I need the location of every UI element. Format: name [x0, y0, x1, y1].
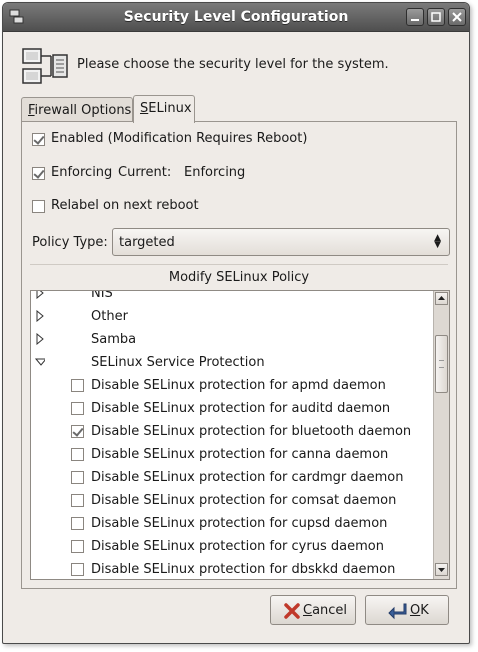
expander-collapsed-icon[interactable] [35, 290, 45, 299]
tab-firewall-options[interactable]: Firewall Options [21, 97, 133, 121]
tab-selinux[interactable]: SELinux [133, 95, 195, 123]
tree-item-label: Disable SELinux protection for canna dae… [91, 447, 389, 462]
close-icon [452, 12, 462, 22]
tree-group-label: SELinux Service Protection [91, 355, 265, 370]
tree-item-checkbox[interactable] [71, 517, 84, 530]
relabel-checkbox[interactable] [32, 200, 45, 213]
tree-group-selinux-service-protection[interactable]: SELinux Service Protection [31, 351, 433, 374]
expander-collapsed-icon[interactable] [35, 310, 45, 322]
enforcing-checkbox[interactable] [32, 167, 45, 180]
tree-item-checkbox[interactable] [71, 379, 84, 392]
tree-item-checkbox[interactable] [71, 402, 84, 415]
tree-item-checkbox[interactable] [71, 563, 84, 576]
policy-type-value: targeted [119, 235, 175, 250]
window-title: Security Level Configuration [123, 9, 349, 25]
policy-tree[interactable]: NIS Other Samba SELinux Service Protecti… [30, 290, 450, 580]
tree-item-checkbox[interactable] [71, 425, 84, 438]
arrow-down-icon [438, 568, 445, 572]
maximize-button[interactable] [427, 8, 445, 26]
cancel-mnemonic: C [303, 603, 313, 618]
tree-item-label: Disable SELinux protection for bluetooth… [91, 424, 412, 439]
policy-type-label: Policy Type: [32, 235, 108, 250]
tree-item[interactable]: Disable SELinux protection for comsat da… [31, 489, 433, 512]
cancel-label: Cancel [303, 603, 347, 618]
vertical-scrollbar[interactable] [433, 291, 449, 579]
tree-item-label: Disable SELinux protection for comsat da… [91, 493, 397, 508]
updown-arrows-icon: ▲ ▼ [434, 233, 441, 250]
tree-group-label: NIS [91, 290, 113, 301]
maximize-icon [431, 12, 441, 22]
security-prompt-text: Please choose the security level for the… [77, 57, 389, 72]
cancel-label-rest: ancel [312, 603, 348, 618]
close-button[interactable] [448, 8, 466, 26]
enforcing-label[interactable]: Enforcing [51, 165, 112, 180]
tree-item-label: Disable SELinux protection for dbskkd da… [91, 562, 396, 577]
scroll-up-button[interactable] [435, 292, 448, 305]
dialog-window: Security Level Configuration Please choo… [2, 2, 470, 644]
relabel-label[interactable]: Relabel on next reboot [51, 198, 199, 213]
tree-item[interactable]: Disable SELinux protection for bluetooth… [31, 420, 433, 443]
current-mode-value: Enforcing [184, 165, 246, 180]
tree-item-checkbox[interactable] [71, 471, 84, 484]
expander-expanded-icon[interactable] [35, 356, 45, 368]
ok-mnemonic: O [410, 603, 421, 618]
policy-type-select[interactable]: targeted ▲ ▼ [112, 228, 450, 256]
tree-group-samba[interactable]: Samba [31, 328, 433, 351]
minimize-button[interactable] [406, 8, 424, 26]
tree-item[interactable]: Disable SELinux protection for cardmgr d… [31, 466, 433, 489]
tree-item[interactable]: Disable SELinux protection for cupsd dae… [31, 512, 433, 535]
tree-group-other[interactable]: Other [31, 305, 433, 328]
ok-label-rest: K [420, 603, 429, 618]
ok-button[interactable]: OK [365, 595, 449, 625]
tree-item-label: Disable SELinux protection for cupsd dae… [91, 516, 388, 531]
tree-group-nis[interactable]: NIS [31, 290, 433, 305]
tree-item[interactable]: Disable SELinux protection for canna dae… [31, 443, 433, 466]
tree-item-label: Disable SELinux protection for cardmgr d… [91, 470, 404, 485]
current-mode-caption: Current: [118, 165, 172, 180]
tree-item-label: Disable SELinux protection for cyrus dae… [91, 539, 384, 554]
cancel-button[interactable]: Cancel [270, 595, 356, 625]
tree-item-checkbox[interactable] [71, 448, 84, 461]
tree-item[interactable]: Disable SELinux protection for auditd da… [31, 397, 433, 420]
scroll-down-button[interactable] [435, 563, 448, 576]
tree-item-label: Disable SELinux protection for auditd da… [91, 401, 391, 416]
ok-label: OK [410, 603, 429, 618]
minimize-icon [411, 19, 419, 21]
tree-group-label: Other [91, 309, 128, 324]
tree-item[interactable]: Disable SELinux protection for apmd daem… [31, 374, 433, 397]
separator [30, 264, 448, 265]
title-bar[interactable]: Security Level Configuration [3, 3, 469, 32]
expander-collapsed-icon[interactable] [35, 333, 45, 345]
tree-group-label: Samba [91, 332, 137, 347]
tree-item-checkbox[interactable] [71, 540, 84, 553]
tab-firewall-options-label: irewall Options [34, 103, 132, 118]
enabled-checkbox[interactable] [32, 133, 45, 146]
cancel-x-icon [284, 603, 300, 619]
tree-item[interactable]: Disable SELinux protection for dbskkd da… [31, 558, 433, 579]
ok-arrow-icon [388, 603, 407, 620]
selinux-panel: Enabled (Modification Requires Reboot) E… [21, 121, 457, 589]
security-computers-icon [22, 48, 68, 84]
tree-item-checkbox[interactable] [71, 494, 84, 507]
tree-item-label: Disable SELinux protection for apmd daem… [91, 378, 386, 393]
scrollbar-thumb[interactable] [435, 335, 448, 393]
tree-item[interactable]: Disable SELinux protection for cyrus dae… [31, 535, 433, 558]
arrow-up-icon [438, 296, 445, 300]
tab-selinux-label: ELinux [148, 101, 192, 116]
enabled-label[interactable]: Enabled (Modification Requires Reboot) [51, 131, 307, 146]
policy-list-title: Modify SELinux Policy [168, 270, 310, 285]
